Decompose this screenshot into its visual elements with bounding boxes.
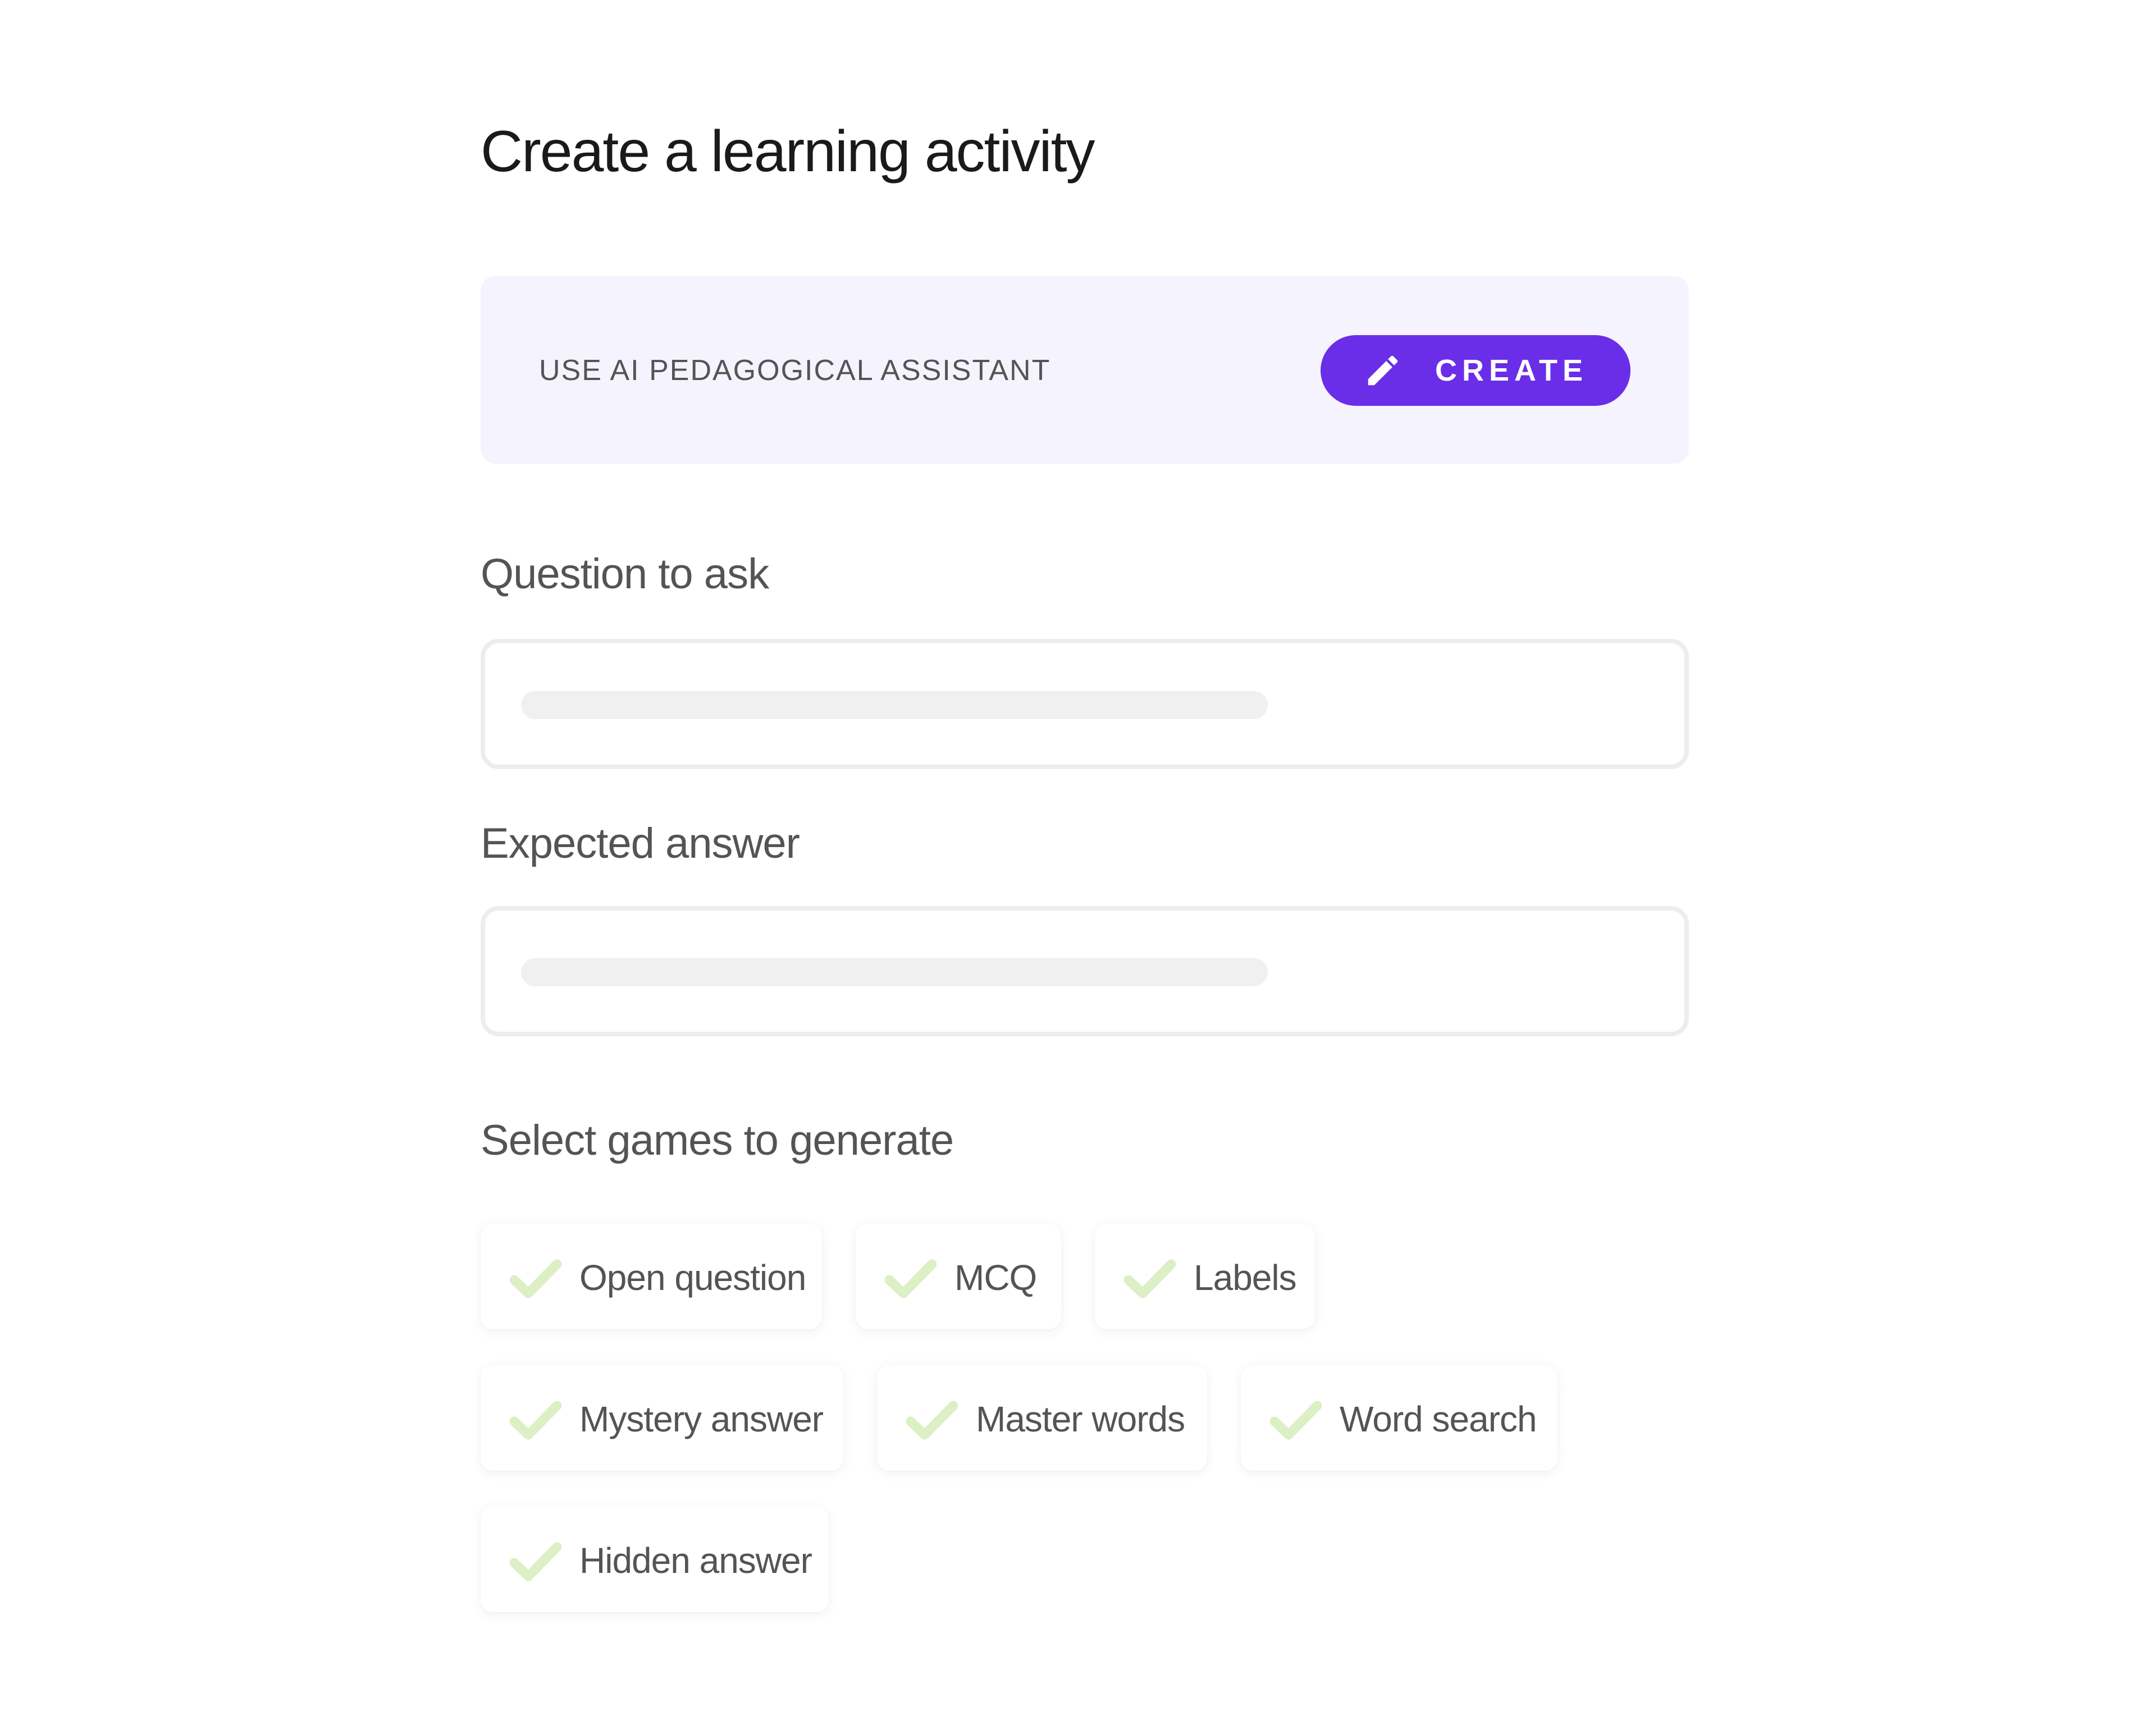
check-icon <box>1123 1259 1176 1299</box>
game-chip-hidden-answer[interactable]: Hidden answer <box>481 1507 829 1612</box>
pencil-icon <box>1363 351 1403 390</box>
check-icon <box>906 1400 958 1440</box>
question-input[interactable] <box>485 643 1684 765</box>
question-field[interactable] <box>481 639 1689 769</box>
check-icon <box>509 1541 562 1582</box>
page-title: Create a learning activity <box>481 119 1095 184</box>
create-button-label: CREATE <box>1435 354 1588 387</box>
game-chip-label: MCQ <box>954 1257 1037 1298</box>
game-chip-label: Open question <box>579 1257 806 1298</box>
games-label: Select games to generate <box>481 1117 954 1164</box>
check-icon <box>509 1400 562 1440</box>
game-chip-open-question[interactable]: Open question <box>481 1224 822 1329</box>
question-label: Question to ask <box>481 550 769 598</box>
game-chip-labels[interactable]: Labels <box>1095 1224 1315 1329</box>
game-chip-word-search[interactable]: Word search <box>1241 1365 1557 1471</box>
create-button[interactable]: CREATE <box>1321 335 1630 406</box>
answer-label: Expected answer <box>481 820 800 867</box>
ai-assistant-panel: USE AI PEDAGOGICAL ASSISTANT CREATE <box>481 276 1689 464</box>
game-chip-mystery-answer[interactable]: Mystery answer <box>481 1365 843 1471</box>
game-chip-mcq[interactable]: MCQ <box>856 1224 1061 1329</box>
ai-assistant-label: USE AI PEDAGOGICAL ASSISTANT <box>539 354 1051 387</box>
game-chip-label: Hidden answer <box>579 1540 812 1581</box>
game-chip-label: Labels <box>1194 1257 1297 1298</box>
game-chip-label: Mystery answer <box>579 1399 824 1439</box>
check-icon <box>884 1259 937 1299</box>
game-chip-label: Master words <box>976 1399 1185 1439</box>
game-chip-label: Word search <box>1340 1399 1537 1439</box>
answer-input[interactable] <box>485 911 1684 1032</box>
check-icon <box>1269 1400 1322 1440</box>
check-icon <box>509 1259 562 1299</box>
game-chip-master-words[interactable]: Master words <box>877 1365 1207 1471</box>
answer-field[interactable] <box>481 906 1689 1036</box>
